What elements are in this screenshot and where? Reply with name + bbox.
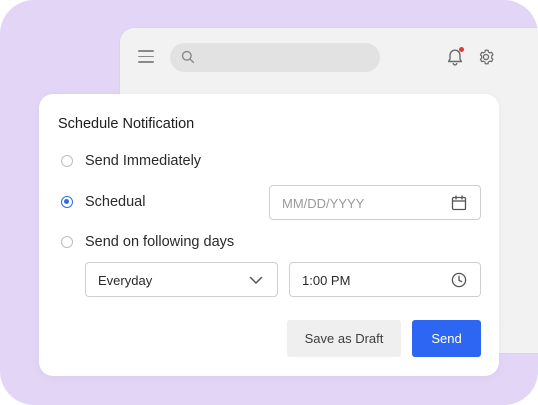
notifications-button[interactable] xyxy=(446,47,464,67)
calendar-icon[interactable] xyxy=(451,195,467,211)
card-title: Schedule Notification xyxy=(58,116,195,132)
option-label: Schedual xyxy=(85,194,146,210)
radio-send-on-following-days[interactable] xyxy=(61,236,73,248)
date-placeholder: MM/DD/YYYY xyxy=(282,196,365,211)
gear-icon xyxy=(479,49,494,65)
page-background: Schedule Notification Send Immediately S… xyxy=(0,0,538,405)
radio-send-immediately[interactable] xyxy=(61,155,73,167)
option-send-on-following-days[interactable]: Send on following days xyxy=(61,234,234,250)
clock-icon[interactable] xyxy=(451,272,467,288)
repeat-select[interactable]: Everyday xyxy=(85,262,278,297)
hamburger-menu-icon[interactable] xyxy=(138,50,154,63)
date-input[interactable]: MM/DD/YYYY xyxy=(269,185,481,220)
search-icon xyxy=(181,50,195,64)
option-schedual[interactable]: Schedual xyxy=(61,194,145,210)
settings-button[interactable] xyxy=(477,48,495,66)
option-label: Send Immediately xyxy=(85,153,202,169)
search-input[interactable] xyxy=(202,47,376,70)
schedule-notification-card: Schedule Notification Send Immediately S… xyxy=(39,94,499,376)
radio-schedual[interactable] xyxy=(61,196,73,208)
send-button[interactable]: Send xyxy=(412,320,481,357)
time-value: 1:00 PM xyxy=(302,273,351,288)
time-input[interactable]: 1:00 PM xyxy=(289,262,481,297)
notification-dot xyxy=(459,47,464,52)
save-as-draft-button[interactable]: Save as Draft xyxy=(287,320,401,357)
option-label: Send on following days xyxy=(85,234,235,250)
option-send-immediately[interactable]: Send Immediately xyxy=(61,153,201,169)
search-bar[interactable] xyxy=(170,43,380,72)
chevron-down-icon xyxy=(249,276,263,284)
repeat-selected-value: Everyday xyxy=(98,273,153,288)
